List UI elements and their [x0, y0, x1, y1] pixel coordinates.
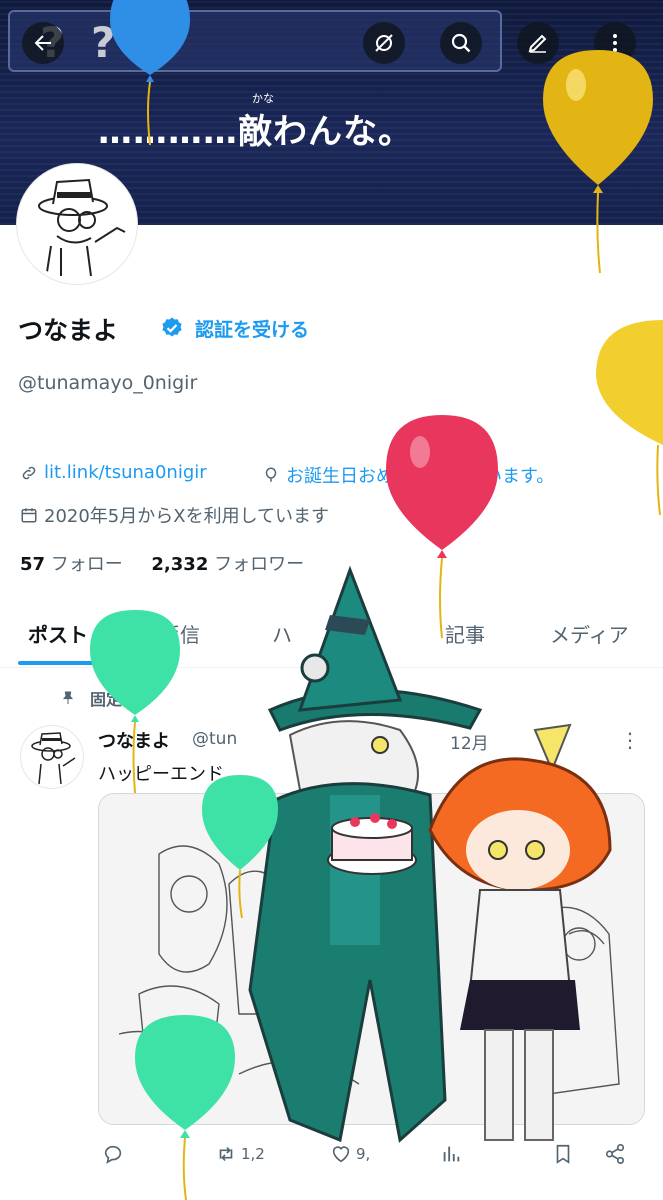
- profile-avatar[interactable]: [17, 164, 137, 284]
- birthday-characters-illustration: [248, 565, 612, 1143]
- avatar-drawing: [21, 168, 133, 280]
- post-avatar-drawing: [31, 732, 76, 785]
- profile-display-name: つなまよ: [18, 316, 119, 345]
- yellow-balloon-right: [596, 320, 663, 515]
- mute-button[interactable]: [363, 22, 405, 64]
- following-link[interactable]: 57 フォロー: [20, 554, 123, 575]
- tab-posts[interactable]: ポスト: [28, 619, 88, 648]
- verified-badge-icon[interactable]: [160, 316, 184, 340]
- profile-handle: @tunamayo_0nigir: [18, 372, 198, 394]
- active-tab-indicator: [18, 661, 94, 665]
- profile-joined-row: 2020年5月からXを利用しています: [20, 502, 329, 528]
- search-button[interactable]: [440, 22, 482, 64]
- balloon-icon: [265, 467, 277, 482]
- pin-icon: [63, 691, 73, 704]
- red-balloon: [386, 415, 498, 639]
- joined-date: 2020年5月からXを利用しています: [44, 506, 330, 527]
- back-button[interactable]: [22, 22, 64, 64]
- green-balloon-middle: [202, 775, 278, 919]
- reply-button[interactable]: [102, 1143, 128, 1165]
- post-author-avatar[interactable]: [20, 725, 84, 789]
- blue-balloon: [110, 0, 190, 146]
- yellow-balloon-top: [543, 50, 653, 274]
- orange-hair-character: [428, 723, 612, 1141]
- profile-website-link[interactable]: lit.link/tsuna0nigir: [44, 462, 207, 483]
- search-icon: [451, 33, 471, 53]
- back-icon: [34, 35, 51, 51]
- link-icon: [22, 466, 36, 479]
- reply-icon: [104, 1145, 122, 1164]
- green-balloon-bottom: [135, 1015, 235, 1200]
- calendar-icon: [21, 508, 37, 523]
- profile-link-row: lit.link/tsuna0nigir: [20, 462, 207, 483]
- get-verified-link[interactable]: 認証を受ける: [195, 315, 309, 342]
- mute-icon: [375, 34, 393, 52]
- green-balloon-left: [90, 610, 180, 794]
